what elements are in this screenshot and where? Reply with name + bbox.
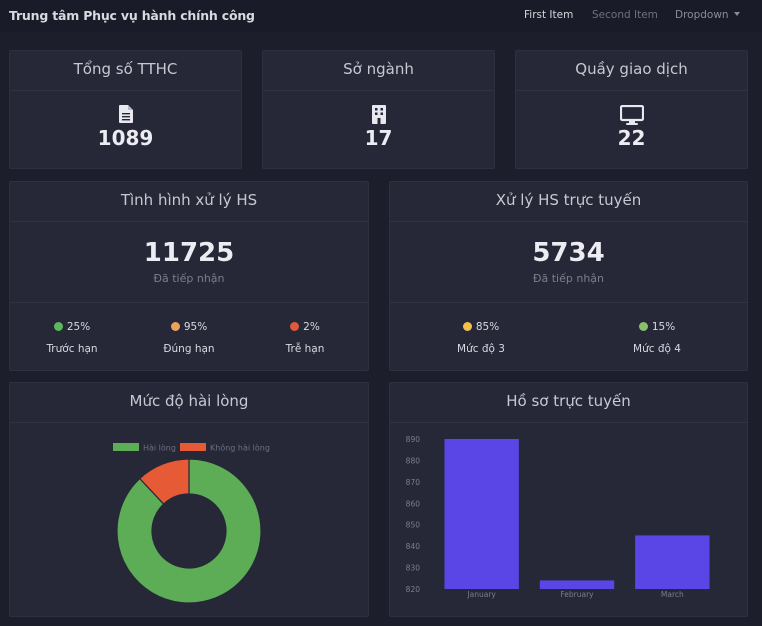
caret-down-icon (733, 12, 740, 16)
level-dot (638, 322, 648, 331)
status-dot (170, 322, 180, 331)
building-icon (371, 105, 386, 124)
status-label: Trễ hạn (285, 343, 325, 355)
bar (444, 439, 519, 589)
legend-label: Hài lòng (143, 443, 176, 453)
nav-first-item[interactable]: First Item (524, 9, 573, 21)
stat-card-value: 1089 (97, 126, 154, 150)
status-dot (290, 322, 300, 331)
status-label: Đúng hạn (163, 343, 215, 355)
stat-card-title: Quầy giao dịch (516, 51, 747, 91)
status-late: 2% Trễ hạn (260, 320, 350, 355)
y-tick-label: 860 (406, 499, 421, 508)
y-tick-label: 840 (406, 542, 421, 551)
y-tick-label: 890 (406, 435, 421, 444)
status-percent: 25% (66, 321, 91, 333)
y-tick-label: 880 (406, 456, 421, 465)
processing-card: Tình hình xử lý HS 11725 Đã tiếp nhận 25… (9, 181, 369, 371)
brand-title[interactable]: Trung tâm Phục vụ hành chính công (9, 8, 255, 23)
processing-subtitle: Đã tiếp nhận (153, 272, 225, 285)
level-4: 15% Mức độ 4 (612, 320, 702, 355)
processing-total-value: 11725 (143, 238, 235, 268)
x-tick-label: February (560, 590, 594, 599)
status-percent: 95% (183, 321, 208, 333)
status-early: 25% Trước hạn (27, 320, 117, 355)
level-percent: 15% (651, 321, 676, 333)
stat-card-title: Tổng số TTHC (10, 51, 241, 91)
online-subtitle: Đã tiếp nhận (532, 272, 605, 285)
stat-card-title: Sở ngành (263, 51, 494, 91)
online-total-value: 5734 (532, 238, 605, 268)
nav-second-item[interactable]: Second Item (592, 9, 658, 21)
bar (539, 580, 615, 589)
top-navbar: Trung tâm Phục vụ hành chính công First … (0, 0, 762, 32)
online-card-title: Xử lý HS trực tuyến (390, 182, 747, 222)
legend-label: Không hài lòng (210, 443, 270, 453)
y-tick-label: 850 (406, 521, 421, 530)
level-label: Mức độ 4 (633, 343, 681, 355)
processing-card-title: Tình hình xử lý HS (10, 182, 368, 222)
status-on-time: 95% Đúng hạn (144, 320, 234, 355)
status-percent: 2% (303, 321, 320, 333)
online-records-bar-chart: 820 830 840 850 860 870 880 890 January February M… (406, 435, 710, 599)
monitor-icon (619, 105, 644, 125)
stat-card-value: 22 (617, 126, 646, 150)
y-tick-label: 820 (406, 585, 421, 594)
file-icon (118, 105, 133, 123)
level-dot (462, 322, 472, 331)
status-label: Trước hạn (46, 343, 98, 355)
x-tick-label: January (466, 590, 496, 599)
online-records-card: Hồ sơ trực tuyến 820 830 840 850 860 870 880 89… (389, 382, 748, 617)
bar (635, 535, 710, 589)
x-tick-label: March (661, 590, 684, 599)
y-tick-label: 870 (406, 478, 421, 487)
status-dot (53, 322, 63, 331)
online-records-card-title: Hồ sơ trực tuyến (390, 383, 747, 423)
stat-card-procedures: Tổng số TTHC 1089 (9, 50, 242, 169)
level-3: 85% Mức độ 3 (436, 320, 526, 355)
y-tick-label: 830 (406, 564, 421, 573)
satisfaction-doughnut-chart: Hài lòng Không hài lòng (113, 443, 270, 604)
legend-swatch (113, 443, 139, 451)
stat-card-departments: Sở ngành 17 (262, 50, 495, 169)
stat-card-counters: Quầy giao dịch 22 (515, 50, 748, 169)
online-processing-card: Xử lý HS trực tuyến 5734 Đã tiếp nhận 85… (389, 181, 748, 371)
stat-card-value: 17 (364, 126, 393, 150)
nav-dropdown[interactable]: Dropdown (675, 9, 740, 21)
divider (390, 302, 747, 303)
level-percent: 85% (475, 321, 500, 333)
divider (10, 302, 368, 303)
level-label: Mức độ 3 (457, 343, 505, 355)
satisfaction-card-title: Mức độ hài lòng (10, 383, 368, 423)
satisfaction-card: Mức độ hài lòng Hài lòng Không hài lòng (9, 382, 369, 617)
nav-dropdown-label: Dropdown (675, 9, 729, 21)
legend-swatch (180, 443, 206, 451)
